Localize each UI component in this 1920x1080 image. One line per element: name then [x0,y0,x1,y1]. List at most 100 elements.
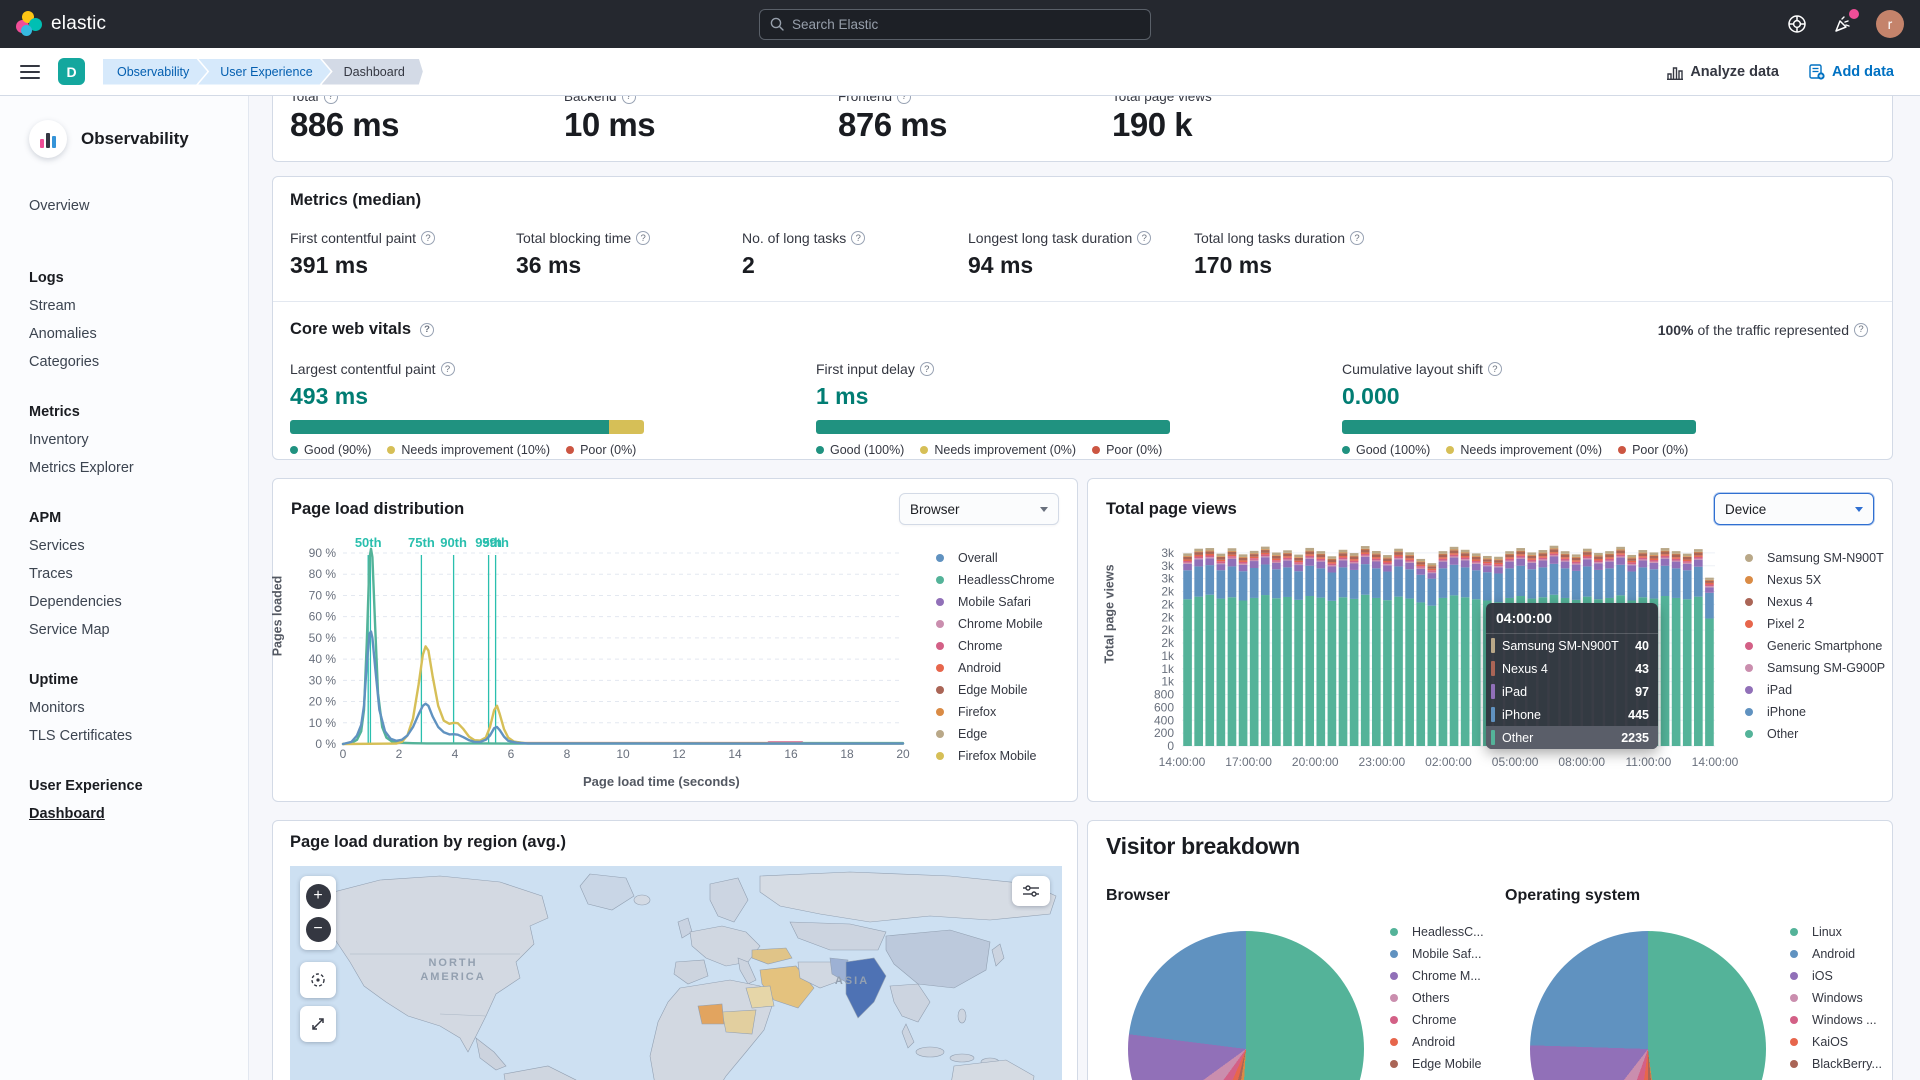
help-icon[interactable] [1784,11,1810,37]
map-label-asia: ASIA [835,975,869,987]
legend-item-edge-mobile[interactable]: Edge Mobile [1390,1053,1484,1075]
world-map[interactable]: NORTH AMERICA ASIA + − [290,866,1062,1080]
legend-item-samsung-sm-n900t[interactable]: Samsung SM-N900T [1745,547,1885,569]
legend-item-nexus-5x[interactable]: Nexus 5X [1745,569,1885,591]
add-data-button[interactable]: Add data [1809,64,1894,80]
analyze-data-button[interactable]: Analyze data [1667,64,1779,80]
sidebar-item-anomalies[interactable]: Anomalies [29,320,248,348]
info-icon[interactable]: ? [440,362,455,376]
legend-item-generic-smartphone[interactable]: Generic Smartphone [1745,635,1885,657]
legend-item-windows[interactable]: Windows ... [1790,1009,1882,1031]
sidebar-item-services[interactable]: Services [29,532,248,560]
sidebar-item-overview[interactable]: Overview [29,192,248,220]
legend-dot [936,730,944,738]
legend-item-others[interactable]: Others [1390,987,1484,1009]
kpi-total: Total? 886 ms [290,89,564,161]
divider [273,301,1892,302]
svg-text:11:00:00: 11:00:00 [1625,755,1671,769]
legend-item: Poor (0%) [1618,443,1688,457]
info-icon[interactable]: ? [1349,231,1364,245]
legend-item-chrome[interactable]: Chrome [1390,1009,1484,1031]
legend-item-kaios[interactable]: KaiOS [1790,1031,1882,1053]
space-badge[interactable]: D [58,58,85,85]
legend-dot [816,446,824,454]
menu-icon[interactable] [20,64,40,79]
user-avatar[interactable]: r [1876,10,1904,38]
global-search[interactable] [759,8,1151,40]
legend-item-android[interactable]: Android [1390,1031,1484,1053]
legend-item-other[interactable]: Other [1745,723,1885,745]
legend-item-chrome-m[interactable]: Chrome M... [1390,965,1484,987]
legend-item-others[interactable]: Others [1790,1075,1882,1080]
sidebar-item-dependencies[interactable]: Dependencies [29,588,248,616]
map-settings-button[interactable] [1012,876,1050,906]
sidebar-item-service-map[interactable]: Service Map [29,616,248,644]
legend-item-firefox[interactable]: Firefox [1390,1075,1484,1080]
breakdown-select-device[interactable]: Device [1714,493,1874,525]
legend-item-blackberry[interactable]: BlackBerry... [1790,1053,1882,1075]
metric-value: 170 ms [1194,252,1273,278]
legend-item-overall[interactable]: Overall [936,547,1055,569]
expand-button[interactable] [300,1006,336,1042]
legend-item-android[interactable]: Android [936,657,1055,679]
page-views-legend: Samsung SM-N900T Nexus 5X Nexus 4 Pixel 2 Ge… [1745,547,1885,745]
info-icon[interactable]: ? [851,231,866,245]
legend-item-ipad[interactable]: iPad [1745,679,1885,701]
page-load-distribution-chart[interactable]: 0 % 10 % 20 % 30 % 40 % 50 % 60 % 70 % 80 % 90 % 0… [291,535,971,770]
legend-item-nexus-4[interactable]: Nexus 4 [1745,591,1885,613]
locate-button[interactable] [300,962,336,998]
info-icon[interactable]: ? [1137,231,1152,245]
vital-bar [1342,420,1696,434]
legend-item-mobile-saf[interactable]: Mobile Saf... [1390,943,1484,965]
sidebar-item-stream[interactable]: Stream [29,292,248,320]
info-icon[interactable]: ? [636,231,651,245]
legend-item-chrome[interactable]: Chrome [936,635,1055,657]
legend-item-edge[interactable]: Edge [936,723,1055,745]
legend-item-firefox[interactable]: Firefox [936,701,1055,723]
legend-dot [1390,972,1398,980]
metric-value: 94 ms [968,252,1034,278]
zoom-in-button[interactable]: + [305,884,331,909]
legend-item-android[interactable]: Android [1790,943,1882,965]
browser-pie-chart[interactable] [1128,931,1364,1080]
newsfeed-icon[interactable] [1830,9,1859,37]
sidebar-item-monitors[interactable]: Monitors [29,694,248,722]
svg-text:2k: 2k [1161,597,1175,611]
info-icon[interactable]: ? [421,231,436,245]
info-icon[interactable]: ? [1487,362,1502,376]
sidebar-item-traces[interactable]: Traces [29,560,248,588]
legend-item-pixel-2[interactable]: Pixel 2 [1745,613,1885,635]
info-icon[interactable]: ? [420,322,435,337]
breakdown-select-browser[interactable]: Browser [899,493,1059,525]
sidebar-item-inventory[interactable]: Inventory [29,426,248,454]
sidebar-item-tls-certificates[interactable]: TLS Certificates [29,722,248,750]
legend-item-windows[interactable]: Windows [1790,987,1882,1009]
sidebar-item-dashboard[interactable]: Dashboard [29,800,248,828]
legend-item-edge-mobile[interactable]: Edge Mobile [936,679,1055,701]
vital-value: 1 ms [816,383,869,409]
elastic-logo[interactable]: elastic [16,11,106,37]
info-icon[interactable]: ? [1854,322,1868,337]
breadcrumb-observability[interactable]: Observability [103,59,207,85]
legend-item-mobile-safari[interactable]: Mobile Safari [936,591,1055,613]
legend-item-linux[interactable]: Linux [1790,921,1882,943]
legend-item-headlesschrome[interactable]: HeadlessChrome [936,569,1055,591]
legend-item-ios[interactable]: iOS [1790,965,1882,987]
legend-dot [1745,730,1753,738]
legend-item-firefox-mobile[interactable]: Firefox Mobile [936,745,1055,767]
search-input[interactable] [792,16,1140,32]
legend-item-iphone[interactable]: iPhone [1745,701,1885,723]
zoom-out-button[interactable]: − [305,917,331,942]
page-load-distribution-panel: Page load distribution Browser Pages loa… [270,478,1078,802]
legend-item-headlessc[interactable]: HeadlessC... [1390,921,1484,943]
sidebar-item-metrics-explorer[interactable]: Metrics Explorer [29,454,248,482]
sidebar-item-categories[interactable]: Categories [29,348,248,376]
info-icon[interactable]: ? [919,362,934,376]
svg-text:14:00:00: 14:00:00 [1159,755,1206,769]
tooltip-series-color [1491,730,1495,745]
os-pie-chart[interactable] [1530,931,1766,1080]
legend-item-chrome-mobile[interactable]: Chrome Mobile [936,613,1055,635]
svg-text:60 %: 60 % [309,610,337,624]
legend-item-samsung-sm-g900p[interactable]: Samsung SM-G900P [1745,657,1885,679]
breadcrumb-user-experience[interactable]: User Experience [198,59,330,85]
